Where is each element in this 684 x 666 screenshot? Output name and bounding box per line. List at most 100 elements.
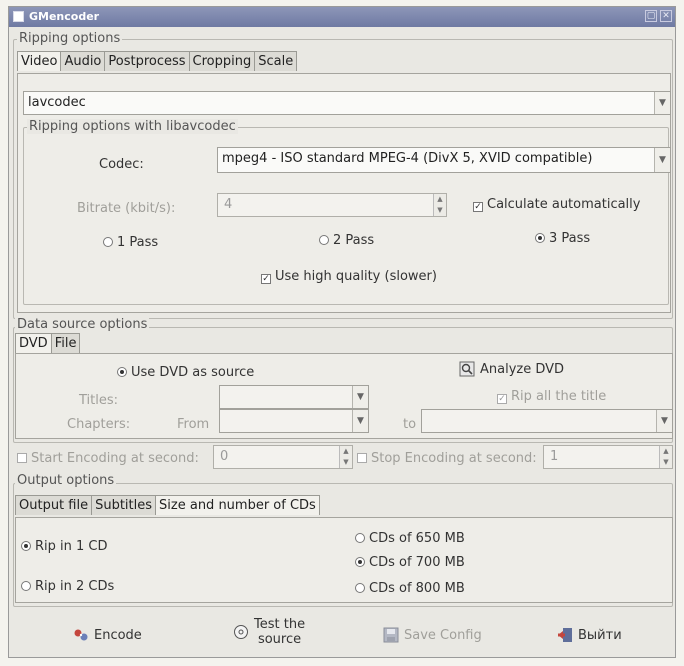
radio-on-icon xyxy=(117,367,127,377)
cd-700-radio[interactable]: CDs of 700 MB xyxy=(355,555,465,570)
app-icon xyxy=(13,11,24,22)
rip-1cd-radio[interactable]: Rip in 1 CD xyxy=(21,539,108,554)
chevron-down-icon: ▼ xyxy=(352,410,368,432)
tab-file[interactable]: File xyxy=(50,333,81,353)
cd-800-radio[interactable]: CDs of 800 MB xyxy=(355,581,465,596)
to-label: to xyxy=(403,417,417,432)
analyze-dvd-button[interactable]: Analyze DVD xyxy=(459,361,564,377)
radio-off-icon xyxy=(103,237,113,247)
cd-650-label: CDs of 650 MB xyxy=(369,531,465,546)
cd-650-radio[interactable]: CDs of 650 MB xyxy=(355,531,465,546)
pass-2-label: 2 Pass xyxy=(333,233,375,248)
rip-1cd-label: Rip in 1 CD xyxy=(35,539,108,554)
tab-postprocess[interactable]: Postprocess xyxy=(104,51,190,71)
source-tabs: DVD File xyxy=(15,333,81,353)
pass-3-radio[interactable]: 3 Pass xyxy=(535,231,590,246)
chevron-down-icon: ▼ xyxy=(654,92,670,114)
tab-size-cds[interactable]: Size and number of CDs xyxy=(155,495,320,515)
start-encoding-checkbox[interactable]: Start Encoding at second: xyxy=(17,451,199,466)
start-encoding-value: 0 xyxy=(220,449,229,464)
codec-family-select[interactable]: lavcodec ▼ xyxy=(23,91,671,115)
radio-on-icon xyxy=(535,233,545,243)
high-quality-checkbox[interactable]: ✓ Use high quality (slower) xyxy=(261,269,437,284)
codec-select[interactable]: mpeg4 - ISO standard MPEG-4 (DivX 5, XVI… xyxy=(217,147,671,173)
use-dvd-label: Use DVD as source xyxy=(131,365,255,380)
chevron-down-icon: ▼ xyxy=(654,148,670,172)
bitrate-spinner[interactable]: 4 ▲ ▼ xyxy=(217,193,447,217)
chevron-down-icon: ▼ xyxy=(352,386,368,408)
exit-label: Выйти xyxy=(578,627,622,643)
tab-video[interactable]: Video xyxy=(17,51,62,71)
pass-1-radio[interactable]: 1 Pass xyxy=(103,235,158,250)
stop-encoding-value: 1 xyxy=(550,449,559,464)
checkbox-unchecked-icon xyxy=(17,453,27,463)
maximize-icon[interactable]: ▢ xyxy=(645,10,657,22)
titles-select[interactable]: ▼ xyxy=(219,385,369,409)
stop-encoding-spinner[interactable]: 1 ▲ ▼ xyxy=(543,445,673,469)
exit-button[interactable]: Выйти xyxy=(557,627,622,643)
checkbox-checked-icon: ✓ xyxy=(261,274,271,284)
radio-on-icon xyxy=(355,557,365,567)
output-options-legend: Output options xyxy=(15,473,117,488)
titles-label: Titles: xyxy=(79,393,119,408)
codec-value: mpeg4 - ISO standard MPEG-4 (DivX 5, XVI… xyxy=(222,151,593,166)
chapter-from-select[interactable]: ▼ xyxy=(219,409,369,433)
spinner-arrows-icon[interactable]: ▲ ▼ xyxy=(433,194,446,216)
video-tabs: Video Audio Postprocess Cropping Scale xyxy=(17,51,298,71)
use-dvd-radio[interactable]: Use DVD as source xyxy=(117,365,254,380)
bitrate-value: 4 xyxy=(224,197,233,212)
cd-700-label: CDs of 700 MB xyxy=(369,555,465,570)
rip-all-checkbox[interactable]: ✓ Rip all the title xyxy=(497,389,606,404)
codec-family-value: lavcodec xyxy=(28,95,86,110)
rip-all-label: Rip all the title xyxy=(511,389,607,404)
spinner-arrows-icon[interactable]: ▲ ▼ xyxy=(659,446,672,468)
chapters-label: Chapters: xyxy=(67,417,131,432)
close-icon[interactable]: ✕ xyxy=(660,10,672,22)
radio-off-icon xyxy=(319,235,329,245)
analyze-dvd-label: Analyze DVD xyxy=(480,361,565,377)
test-source-icon xyxy=(233,624,249,640)
radio-off-icon xyxy=(21,581,31,591)
rip-2cd-label: Rip in 2 CDs xyxy=(35,579,115,594)
tab-audio[interactable]: Audio xyxy=(60,51,106,71)
radio-off-icon xyxy=(355,583,365,593)
codec-label: Codec: xyxy=(99,157,144,172)
bitrate-label: Bitrate (kbit/s): xyxy=(77,201,176,216)
spinner-arrows-icon[interactable]: ▲ ▼ xyxy=(339,446,352,468)
encode-button[interactable]: Encode xyxy=(73,627,142,643)
checkbox-checked-icon: ✓ xyxy=(473,202,483,212)
chevron-down-icon: ▼ xyxy=(656,410,672,432)
rip-2cd-radio[interactable]: Rip in 2 CDs xyxy=(21,579,114,594)
pass-3-label: 3 Pass xyxy=(549,231,591,246)
tab-scale[interactable]: Scale xyxy=(254,51,298,71)
exit-door-icon xyxy=(557,627,573,643)
chapter-to-select[interactable]: ▼ xyxy=(421,409,673,433)
cd-800-label: CDs of 800 MB xyxy=(369,581,465,596)
test-source-text: Test the source xyxy=(254,617,305,647)
pass-1-label: 1 Pass xyxy=(117,235,159,250)
main-window: GMencoder ▢ ✕ Ripping options Video Audi… xyxy=(8,6,676,658)
high-quality-label: Use high quality (slower) xyxy=(275,269,437,284)
title-bar[interactable]: GMencoder ▢ ✕ xyxy=(9,7,675,27)
start-encoding-label: Start Encoding at second: xyxy=(31,451,199,466)
tab-cropping[interactable]: Cropping xyxy=(188,51,256,71)
tab-subtitles[interactable]: Subtitles xyxy=(91,495,157,515)
stop-encoding-label: Stop Encoding at second: xyxy=(371,451,537,466)
output-tabs: Output file Subtitles Size and number of… xyxy=(15,495,320,515)
tab-dvd[interactable]: DVD xyxy=(15,333,52,353)
start-encoding-spinner[interactable]: 0 ▲ ▼ xyxy=(213,445,353,469)
tab-output-file[interactable]: Output file xyxy=(15,495,93,515)
pass-2-radio[interactable]: 2 Pass xyxy=(319,233,374,248)
magnifier-icon xyxy=(459,361,475,377)
libavcodec-legend: Ripping options with libavcodec xyxy=(27,119,238,134)
window-title: GMencoder xyxy=(29,10,100,23)
test-source-line1: Test the xyxy=(254,617,306,632)
from-label: From xyxy=(177,417,210,432)
save-config-button[interactable]: Save Config xyxy=(383,627,482,643)
radio-off-icon xyxy=(355,533,365,543)
save-icon xyxy=(383,627,399,643)
checkbox-checked-icon: ✓ xyxy=(497,394,507,404)
calc-auto-checkbox[interactable]: ✓ Calculate automatically xyxy=(473,197,640,212)
stop-encoding-checkbox[interactable]: Stop Encoding at second: xyxy=(357,451,537,466)
test-source-button[interactable]: Test the source xyxy=(233,617,305,647)
